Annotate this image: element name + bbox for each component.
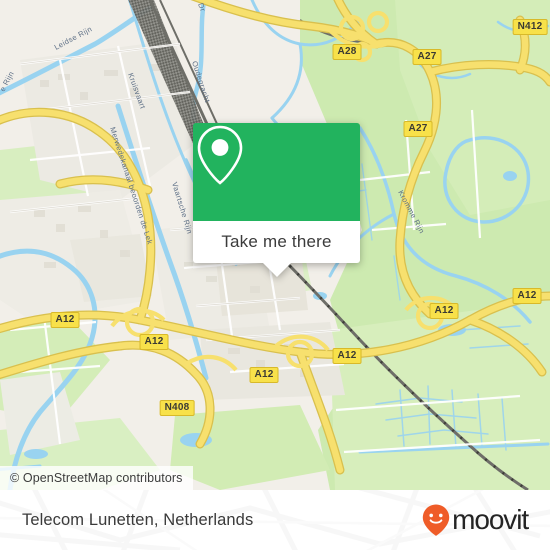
highway-shield-a12: A12 xyxy=(429,303,459,319)
highway-shield-n412: N412 xyxy=(512,19,548,35)
place-title: Telecom Lunetten, Netherlands xyxy=(22,510,254,529)
location-callout-card[interactable]: Take me there xyxy=(193,123,360,277)
moovit-wordmark: moovit xyxy=(452,504,529,535)
highway-shield-a27: A27 xyxy=(412,49,442,65)
moovit-logo[interactable]: moovit xyxy=(421,503,529,537)
moovit-pin-smiley-icon xyxy=(422,504,450,536)
osm-attribution-bar[interactable]: © OpenStreetMap contributors xyxy=(0,466,193,490)
highway-shield-a27: A27 xyxy=(403,121,433,137)
take-me-there-label: Take me there xyxy=(221,232,332,251)
footer-bar: Telecom Lunetten, Netherlands moovit xyxy=(0,490,550,550)
map-canvas[interactable]: Leidse Rijn e Rijn Oudegracht Kruisvaart Mer… xyxy=(0,0,550,490)
moovit-map-share-card: Leidse Rijn e Rijn Oudegracht Kruisvaart Mer… xyxy=(0,0,550,550)
footer-content-row: Telecom Lunetten, Netherlands moovit xyxy=(0,490,550,550)
highway-shield-a12: A12 xyxy=(332,348,362,364)
map-pin-icon xyxy=(197,125,243,185)
highway-shield-a12: A12 xyxy=(249,367,279,383)
callout-pointer-tail xyxy=(262,263,291,277)
callout-header xyxy=(193,123,360,221)
osm-attribution-text: © OpenStreetMap contributors xyxy=(10,471,183,485)
highway-shield-n408: N408 xyxy=(159,400,195,416)
highway-shield-a12: A12 xyxy=(50,312,80,328)
highway-shield-a12: A12 xyxy=(512,288,542,304)
highway-shield-a12: A12 xyxy=(139,334,169,350)
highway-shield-a28: A28 xyxy=(332,44,362,60)
callout-footer[interactable]: Take me there xyxy=(193,221,360,263)
